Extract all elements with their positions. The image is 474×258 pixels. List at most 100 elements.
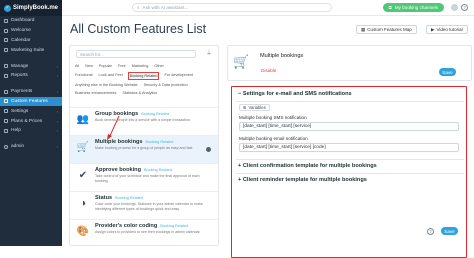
- tab-marketing[interactable]: Marketing: [131, 63, 150, 69]
- calendar-icon: [4, 38, 8, 43]
- grid-icon: [4, 64, 8, 69]
- sidebar-item-settings[interactable]: Settings ›: [0, 106, 62, 116]
- divider: [236, 101, 464, 102]
- tab-all[interactable]: All: [74, 63, 80, 69]
- email-notification-field[interactable]: [date_start] [time_start] [service] [cod…: [239, 143, 459, 152]
- feature-description: Color code your bookings. Statuses in yo…: [95, 202, 203, 211]
- plus-icon: +: [238, 177, 242, 183]
- features-list: 👥 Group bookings Booking Related Book sev…: [70, 107, 218, 245]
- save-button[interactable]: Save: [439, 68, 456, 76]
- feature-title: Approve booking: [95, 167, 141, 173]
- settings-section-title[interactable]: − Settings for e-mail and SMS notificati…: [238, 91, 352, 97]
- client-confirmation-section[interactable]: + Client confirmation template for multi…: [238, 163, 377, 169]
- tab-popular[interactable]: Popular: [98, 63, 113, 69]
- logo-icon: ✓: [4, 4, 11, 12]
- tab-for-development[interactable]: For development: [163, 72, 194, 80]
- user-icon: [4, 144, 8, 149]
- booking-channels-label: My booking channels: [394, 5, 438, 10]
- chevron-right-icon: ›: [56, 118, 58, 124]
- gear-icon: [4, 109, 8, 114]
- logo[interactable]: ✓ SimplyBook.me: [0, 0, 62, 16]
- help-icon: [4, 128, 8, 133]
- list-item[interactable]: ◑ Status Booking Related Color code your …: [70, 191, 218, 219]
- sidebar-item-marketing-suite[interactable]: Marketing Suite: [0, 45, 62, 55]
- disable-button[interactable]: Disable: [261, 68, 276, 73]
- list-item[interactable]: ✔ Approve booking Booking Related Take co…: [70, 163, 218, 191]
- feature-title: Provider's color coding: [95, 223, 158, 229]
- search-icon: ⌕: [137, 5, 140, 10]
- video-tutorial-button[interactable]: ▶ Video tutorial: [426, 25, 468, 34]
- list-item[interactable]: 👥 Group bookings Booking Related Book sev…: [70, 107, 218, 135]
- variables-button[interactable]: ⊞ Variables: [239, 104, 270, 111]
- sidebar-item-help[interactable]: Help ›: [0, 126, 62, 136]
- chart-icon: [4, 73, 8, 78]
- sms-notification-label: Multiple booking SMS notification: [239, 115, 307, 120]
- tab-statistics[interactable]: Statistics & Analytics: [121, 90, 158, 96]
- features-search-input[interactable]: Search for...: [76, 50, 196, 58]
- tab-business-enhancements[interactable]: Business enhancements: [74, 90, 117, 96]
- chevron-right-icon: ›: [56, 144, 58, 150]
- sidebar: ✓ SimplyBook.me Dashboard Welcome Calend…: [0, 0, 62, 246]
- sidebar-item-label: Plans & Prices: [11, 118, 43, 124]
- help-icon[interactable]: ?: [461, 4, 468, 11]
- feature-badge: Booking Related: [141, 112, 170, 116]
- chevron-right-icon: ›: [56, 128, 58, 134]
- avatar[interactable]: [451, 4, 458, 11]
- client-reminder-section[interactable]: + Client reminder template for multiple …: [238, 177, 367, 183]
- tab-booking-website[interactable]: Anything else in the Booking Website: [74, 82, 139, 88]
- sidebar-item-plans-prices[interactable]: Plans & Prices ›: [0, 116, 62, 126]
- feature-badge: Booking Related: [115, 196, 143, 200]
- tab-other[interactable]: Other: [153, 63, 165, 69]
- sidebar-item-label: Payments: [11, 89, 33, 95]
- feature-header-card: 🛒 Multiple bookings Disable Save: [227, 45, 472, 81]
- tab-functional[interactable]: Functional: [74, 72, 94, 80]
- filter-icon[interactable]: ⏚: [206, 51, 212, 57]
- sidebar-item-manage[interactable]: Manage ›: [0, 61, 62, 71]
- sidebar-item-payments[interactable]: Payments ›: [0, 87, 62, 97]
- features-list-panel: Search for... ⏚ All New Popular Free Mar…: [69, 45, 219, 246]
- palette-icon: 🎨: [76, 225, 90, 237]
- tab-look-and-feel[interactable]: Look and Feel: [98, 72, 124, 80]
- chevron-right-icon: ›: [56, 63, 58, 69]
- feature-badge: Booking Related: [144, 168, 172, 172]
- minus-icon: −: [238, 91, 242, 97]
- filter-tabs-row-3: Anything else in the Booking Website Sec…: [74, 82, 189, 88]
- help-icon[interactable]: ?: [427, 228, 434, 235]
- feature-description: Assign colors to providers to see their …: [95, 230, 201, 234]
- bottom-save-button[interactable]: Save: [441, 227, 458, 235]
- sidebar-item-calendar[interactable]: Calendar: [0, 36, 62, 46]
- feature-description: Take control of your schedule and make t…: [95, 174, 200, 183]
- sidebar-item-custom-features[interactable]: Custom Features: [0, 96, 62, 107]
- tab-security[interactable]: Security & Data protection: [143, 82, 189, 88]
- enabled-indicator-icon: [206, 147, 211, 152]
- sidebar-item-reports[interactable]: Reports ›: [0, 71, 62, 81]
- list-item[interactable]: 🛒 Multiple bookings Booking Related Make …: [70, 135, 218, 163]
- custom-features-map-button[interactable]: ▦ Custom Features Map: [356, 25, 417, 34]
- sidebar-item-welcome[interactable]: Welcome: [0, 26, 62, 36]
- sidebar-item-dashboard[interactable]: Dashboard: [0, 16, 62, 26]
- plus-icon: +: [238, 163, 242, 169]
- tag-icon: [4, 119, 8, 124]
- divider: [236, 173, 464, 174]
- ai-search-input[interactable]: ⌕ Ask with AI assistant...: [132, 3, 332, 12]
- cart-icon: 🛒: [76, 141, 90, 153]
- tab-free[interactable]: Free: [117, 63, 127, 69]
- booking-channels-button[interactable]: ⧉ My booking channels: [382, 3, 444, 12]
- button-label: Video tutorial: [436, 27, 463, 32]
- sidebar-item-label: Marketing Suite: [11, 47, 45, 53]
- home-icon: [4, 28, 8, 33]
- sidebar-item-admin[interactable]: admin ›: [0, 142, 62, 152]
- filter-tabs-row-1: All New Popular Free Marketing Other: [74, 63, 165, 69]
- bottom-actions: ? Save: [227, 226, 472, 238]
- tab-booking-related[interactable]: Booking Related: [127, 72, 160, 80]
- sms-notification-field[interactable]: [date_start] [time_start] [service]: [239, 122, 459, 131]
- approve-icon: ✔: [78, 169, 88, 181]
- feature-detail-title: Multiple bookings: [260, 53, 304, 59]
- tab-new[interactable]: New: [84, 63, 94, 69]
- feature-badge: Booking Related: [160, 224, 189, 228]
- feature-badge: Booking Related: [145, 140, 174, 144]
- chevron-right-icon: ›: [56, 108, 58, 114]
- sidebar-item-label: Reports: [11, 73, 28, 79]
- list-item[interactable]: 🎨 Provider's color coding Booking Related…: [70, 219, 218, 245]
- filter-tabs-row-4: Business enhancements Statistics & Analy…: [74, 90, 158, 96]
